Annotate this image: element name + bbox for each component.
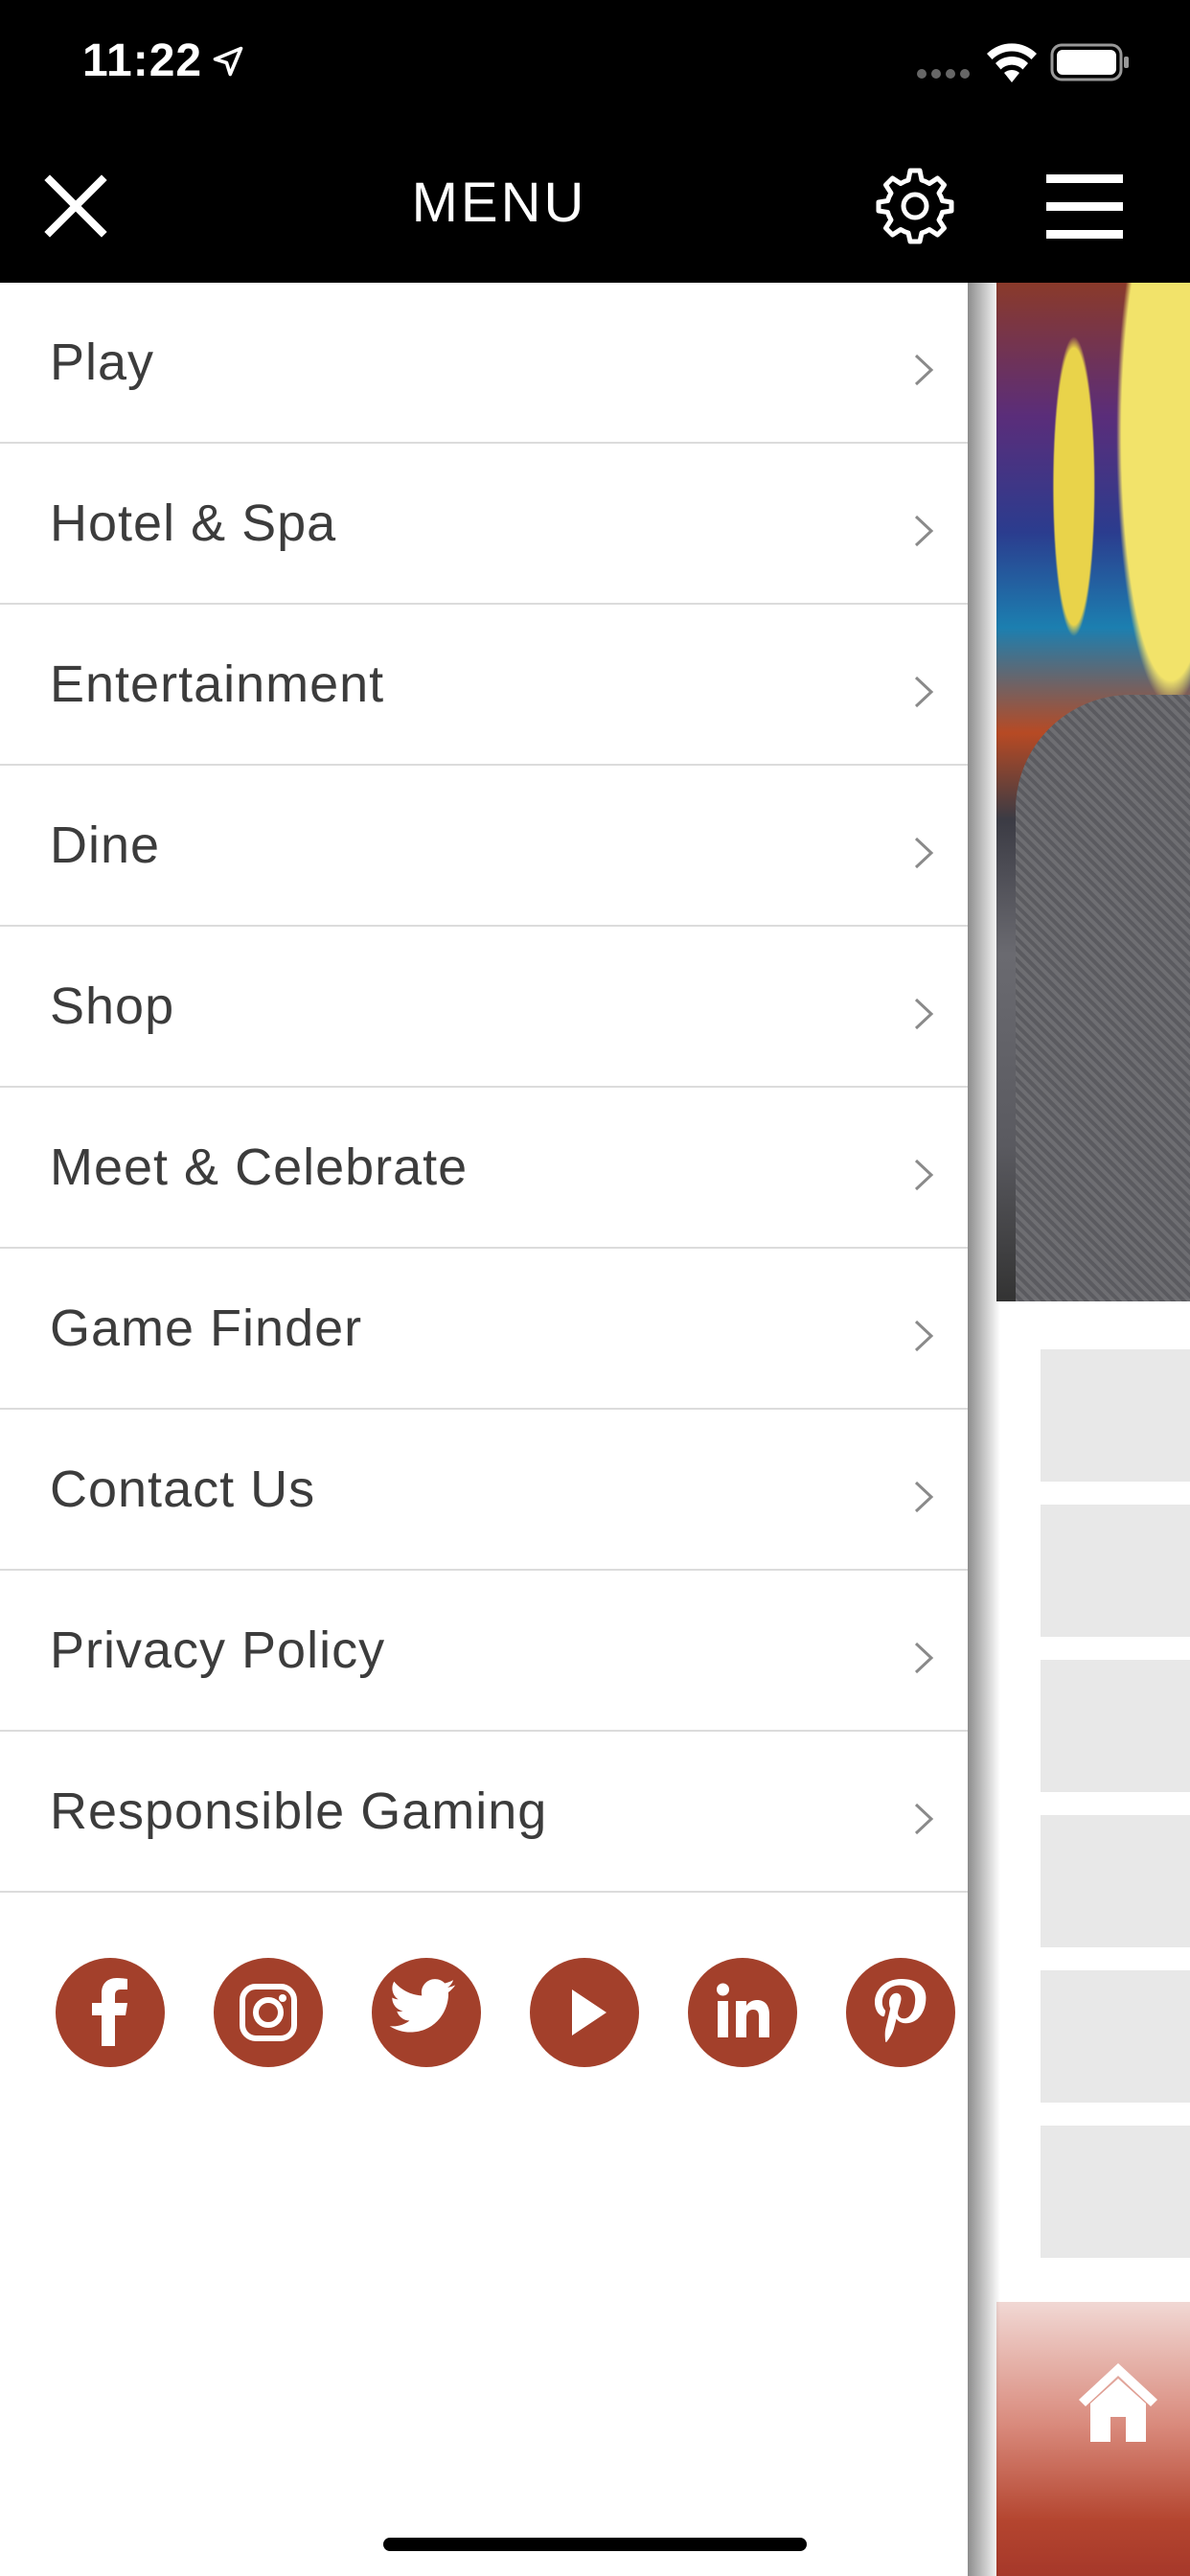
content-card[interactable] xyxy=(1041,1660,1190,1792)
chevron-right-icon xyxy=(914,354,934,386)
menu-item-dine[interactable]: Dine xyxy=(0,766,968,927)
content-card[interactable] xyxy=(1041,1505,1190,1637)
youtube-icon xyxy=(572,1990,606,2036)
menu-item-responsible-gaming[interactable]: Responsible Gaming xyxy=(0,1732,968,1893)
menu-item-label: Privacy Policy xyxy=(50,1622,386,1679)
facebook-icon xyxy=(92,1978,127,2046)
home-indicator[interactable] xyxy=(383,2538,807,2551)
social-links xyxy=(56,1958,956,2069)
hamburger-menu-button[interactable] xyxy=(1044,171,1125,243)
instagram-button[interactable] xyxy=(214,1958,323,2067)
menu-item-label: Meet & Celebrate xyxy=(50,1138,469,1196)
instagram-icon xyxy=(240,1984,297,2041)
menu-title: MENU xyxy=(411,172,587,234)
menu-item-label: Contact Us xyxy=(50,1460,316,1518)
menu-item-label: Hotel & Spa xyxy=(50,494,337,552)
chevron-right-icon xyxy=(914,1803,934,1835)
status-time: 11:22 xyxy=(82,35,203,86)
content-card[interactable] xyxy=(1041,1815,1190,1947)
menu-list: Play Hotel & Spa Entertainment Dine Shop… xyxy=(0,283,968,1893)
menu-item-hotel-spa[interactable]: Hotel & Spa xyxy=(0,444,968,605)
menu-item-label: Shop xyxy=(50,978,175,1035)
menu-item-entertainment[interactable]: Entertainment xyxy=(0,605,968,766)
menu-item-privacy-policy[interactable]: Privacy Policy xyxy=(0,1571,968,1732)
top-bar: 11:22 MENU xyxy=(0,0,1190,283)
chevron-right-icon xyxy=(914,998,934,1030)
pinterest-icon xyxy=(875,1979,927,2042)
settings-button[interactable] xyxy=(874,165,956,247)
menu-item-game-finder[interactable]: Game Finder xyxy=(0,1249,968,1410)
facebook-button[interactable] xyxy=(56,1958,165,2067)
menu-item-meet-celebrate[interactable]: Meet & Celebrate xyxy=(0,1088,968,1249)
menu-item-shop[interactable]: Shop xyxy=(0,927,968,1088)
content-card[interactable] xyxy=(1041,1349,1190,1482)
hamburger-icon xyxy=(1046,174,1123,239)
content-card[interactable] xyxy=(1041,2126,1190,2258)
hero-image xyxy=(996,283,1190,1301)
gear-icon xyxy=(876,168,954,244)
menu-item-label: Play xyxy=(50,334,155,391)
menu-item-label: Dine xyxy=(50,816,161,874)
menu-item-label: Entertainment xyxy=(50,656,385,713)
youtube-button[interactable] xyxy=(530,1958,639,2067)
cellular-signal-icon xyxy=(916,67,973,85)
chevron-right-icon xyxy=(914,1642,934,1674)
linkedin-icon xyxy=(717,1983,769,2037)
menu-item-label: Game Finder xyxy=(50,1300,363,1357)
chevron-right-icon xyxy=(914,515,934,547)
wifi-icon xyxy=(985,42,1039,89)
menu-item-play[interactable]: Play xyxy=(0,283,968,444)
twitter-icon xyxy=(389,1979,456,2033)
chevron-right-icon xyxy=(914,676,934,708)
chevron-right-icon xyxy=(914,1481,934,1513)
menu-item-contact-us[interactable]: Contact Us xyxy=(0,1410,968,1571)
navigation-drawer: Play Hotel & Spa Entertainment Dine Shop… xyxy=(0,283,968,2576)
chevron-right-icon xyxy=(914,1159,934,1191)
battery-icon xyxy=(1050,42,1131,87)
linkedin-button[interactable] xyxy=(688,1958,797,2067)
home-tab-bar[interactable] xyxy=(996,2302,1190,2576)
chevron-right-icon xyxy=(914,837,934,869)
menu-item-label: Responsible Gaming xyxy=(50,1782,548,1840)
content-card[interactable] xyxy=(1041,1970,1190,2103)
twitter-button[interactable] xyxy=(372,1958,481,2067)
chevron-right-icon xyxy=(914,1320,934,1352)
location-arrow-icon xyxy=(211,44,245,83)
pinterest-button[interactable] xyxy=(846,1958,955,2067)
drawer-shadow xyxy=(968,283,1000,2576)
home-icon[interactable] xyxy=(1075,2358,1161,2450)
